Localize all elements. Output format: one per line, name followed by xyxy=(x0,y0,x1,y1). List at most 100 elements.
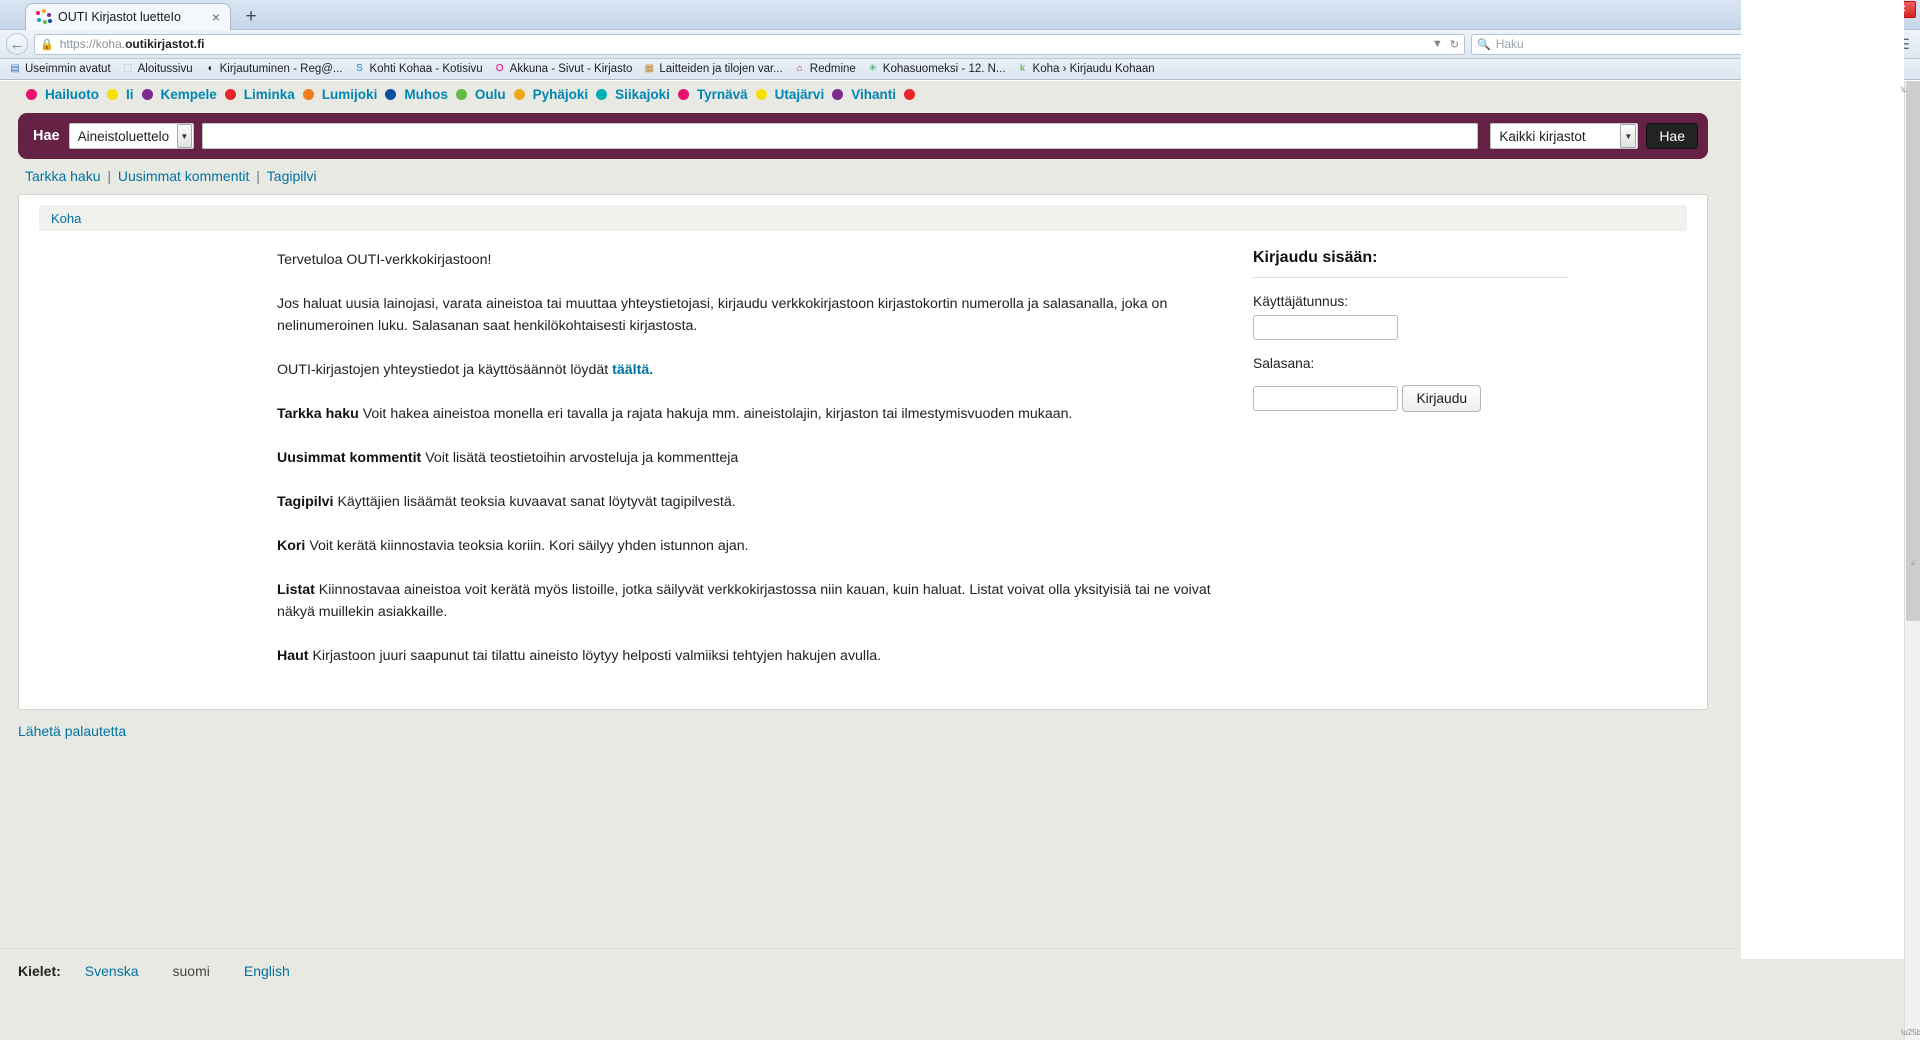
bookmark-label: Kohti Kohaa - Kotisivu xyxy=(369,63,483,75)
scroll-down-arrow[interactable]: \u25bc xyxy=(1901,1026,1920,1038)
language-options: Svenska suomi English xyxy=(85,963,324,979)
chevron-down-icon[interactable]: ▼ xyxy=(1620,124,1637,148)
intro-paragraph: Jos haluat uusia lainojasi, varata ainei… xyxy=(277,296,1168,334)
bookmark-item[interactable]: ◖ Kirjautuminen - Reg@... xyxy=(199,60,348,78)
language-option[interactable]: English xyxy=(244,963,290,979)
tab-strip: OUTI Kirjastot luetteIo × + — ❐ ✕ xyxy=(0,0,1920,30)
library-link[interactable]: Pyhäjoki xyxy=(533,87,589,102)
reload-icon[interactable]: ↻ xyxy=(1450,38,1459,51)
library-link[interactable]: Muhos xyxy=(404,87,448,102)
bookmark-label: Aloitussivu xyxy=(137,63,193,75)
library-link[interactable]: Hailuoto xyxy=(45,87,99,102)
secondary-nav-link[interactable]: Tagipilvi xyxy=(267,168,317,184)
library-color-dot xyxy=(755,88,767,100)
page-scrollbar[interactable]: \u25b2 ≡ \u25bc xyxy=(1901,81,1920,1040)
chevron-down-icon[interactable]: ▼ xyxy=(177,124,192,148)
bookmark-item[interactable]: S Kohti Kohaa - Kotisivu xyxy=(349,60,488,78)
new-tab-button[interactable]: + xyxy=(240,6,262,28)
bookmark-favicon-icon: ▤ xyxy=(10,63,20,74)
login-column: Kirjaudu sisään: Käyttäjätunnus: Salasan… xyxy=(1237,245,1637,689)
feature-description: Voit hakea aineistoa monella eri tavalla… xyxy=(358,406,1073,422)
library-link[interactable]: Tyrnävä xyxy=(697,87,748,102)
library-link[interactable]: Utajärvi xyxy=(775,87,825,102)
bookmark-item[interactable]: k Koha › Kirjaudu Kohaan xyxy=(1012,60,1160,78)
send-feedback-link[interactable]: Lähetä palautetta xyxy=(18,723,126,739)
library-color-dot xyxy=(26,88,37,100)
page-viewport: Hailuoto Ii Kempele Liminka Lumijoki Muhos Oul… xyxy=(0,81,1920,1040)
feature-term: Tarkka haku xyxy=(277,406,359,422)
scrollbar-thumb[interactable] xyxy=(1906,81,1920,621)
library-color-dot xyxy=(107,88,118,100)
main-content-card: Koha Tervetuloa OUTI-verkkokirjastoon! J… xyxy=(18,194,1708,710)
library-color-dot xyxy=(677,88,689,100)
breadcrumb-koha-link[interactable]: Koha xyxy=(51,211,81,226)
library-link[interactable]: Lumijoki xyxy=(322,87,378,102)
site-search-bar: Hae Aineistoluettelo ▼ Kaikki kirjastot … xyxy=(18,113,1708,159)
secondary-nav-link[interactable]: Uusimmat kommentit xyxy=(118,168,249,184)
username-label: Käyttäjätunnus: xyxy=(1253,294,1349,309)
search-library-select[interactable]: Kaikki kirjastot ▼ xyxy=(1490,123,1639,149)
bookmark-item[interactable]: O Akkuna - Sivut - Kirjasto xyxy=(489,60,638,78)
feature-term: Listat xyxy=(277,582,315,598)
feature-paragraph: Uusimmat kommentit Voit lisätä teostieto… xyxy=(277,447,1219,469)
scrollbar-grip-icon: ≡ xyxy=(1910,559,1916,568)
password-label: Salasana: xyxy=(1253,356,1315,371)
search-type-select[interactable]: Aineistoluettelo ▼ xyxy=(68,123,194,149)
library-link[interactable]: Kempele xyxy=(161,87,217,102)
contact-paragraph: OUTI-kirjastojen yhteystiedot ja käyttös… xyxy=(277,359,1219,381)
feature-term: Kori xyxy=(277,538,306,554)
back-button[interactable]: ← xyxy=(6,33,28,55)
languages-label: Kielet: xyxy=(18,963,61,979)
library-color-dot xyxy=(903,88,915,100)
bookmark-item[interactable]: ⬚ Aloitussivu xyxy=(117,60,198,78)
secondary-nav-link[interactable]: Tarkka haku xyxy=(25,168,100,184)
search-submit-button[interactable]: Hae xyxy=(1646,123,1698,149)
login-title: Kirjaudu sisään: xyxy=(1253,249,1378,266)
search-query-input[interactable] xyxy=(201,123,1479,149)
bookmark-item[interactable]: ✳ Kohasuomeksi - 12. N... xyxy=(862,60,1011,78)
welcome-text-column: Tervetuloa OUTI-verkkokirjastoon! Jos ha… xyxy=(277,245,1237,689)
browser-tab[interactable]: OUTI Kirjastot luetteIo × xyxy=(25,3,231,30)
library-color-dot xyxy=(385,88,397,100)
feature-paragraph: Tarkka haku Voit hakea aineistoa monella… xyxy=(277,403,1219,425)
url-dropdown-icon[interactable]: ▼ xyxy=(1432,38,1443,51)
library-link[interactable]: Liminka xyxy=(244,87,295,102)
contact-link[interactable]: täältä. xyxy=(612,362,653,378)
feature-paragraph: Haut Kirjastoon juuri saapunut tai tilat… xyxy=(277,645,1219,667)
library-link[interactable]: Siikajoki xyxy=(615,87,670,102)
bookmark-item[interactable]: ⌂ Redmine xyxy=(789,60,861,78)
library-link[interactable]: Oulu xyxy=(475,87,506,102)
tab-strip-area: OUTI Kirjastot luetteIo × + — ❐ ✕ xyxy=(0,0,1920,30)
feature-term: Tagipilvi xyxy=(277,494,334,510)
browser-search-placeholder: Haku xyxy=(1495,37,1524,51)
language-option[interactable]: Svenska xyxy=(85,963,139,979)
username-field[interactable] xyxy=(1253,315,1398,340)
language-option: suomi xyxy=(172,963,210,979)
bookmark-item[interactable]: ▤ Useimmin avatut xyxy=(4,60,116,78)
url-scheme: https://koha. xyxy=(59,37,126,51)
address-bar[interactable]: 🔒 https://koha. outikirjastot.fi ▼ ↻ xyxy=(34,33,1465,55)
browser-search-input[interactable]: 🔍 Haku xyxy=(1471,33,1779,55)
login-submit-button[interactable]: Kirjaudu xyxy=(1402,385,1482,412)
feedback-section: Lähetä palautetta xyxy=(18,723,1904,739)
library-color-dot xyxy=(224,88,236,100)
bookmark-label: Redmine xyxy=(809,63,856,75)
search-icon: 🔍 xyxy=(1477,38,1491,51)
bookmark-label: Useimmin avatut xyxy=(25,63,111,75)
browser-window: OUTI Kirjastot luetteIo × + — ❐ ✕ ← 🔒 ht… xyxy=(0,0,1920,1040)
feature-paragraph: Kori Voit kerätä kiinnostavia teoksia ko… xyxy=(277,535,1219,557)
bookmark-label: Koha › Kirjaudu Kohaan xyxy=(1032,63,1155,75)
tab-close-icon[interactable]: × xyxy=(208,9,224,25)
feature-description: Voit kerätä kiinnostavia teoksia koriin.… xyxy=(305,538,749,554)
navigation-toolbar: ← 🔒 https://koha. outikirjastot.fi ▼ ↻ 🔍… xyxy=(0,30,1920,59)
feature-list: Tarkka haku Voit hakea aineistoa monella… xyxy=(277,403,1219,667)
library-link[interactable]: Vihanti xyxy=(851,87,896,102)
bookmark-favicon-icon: ◖ xyxy=(206,63,213,74)
bookmark-label: Kohasuomeksi - 12. N... xyxy=(882,63,1006,75)
feature-description: Kirjastoon juuri saapunut tai tilattu ai… xyxy=(308,648,882,664)
library-link[interactable]: Ii xyxy=(126,87,134,102)
bookmark-favicon-icon: k xyxy=(1020,63,1026,74)
bookmark-item[interactable]: ▦ Laitteiden ja tilojen var... xyxy=(638,60,787,78)
password-field[interactable] xyxy=(1253,386,1398,411)
ssl-lock-icon: 🔒 xyxy=(40,38,54,51)
